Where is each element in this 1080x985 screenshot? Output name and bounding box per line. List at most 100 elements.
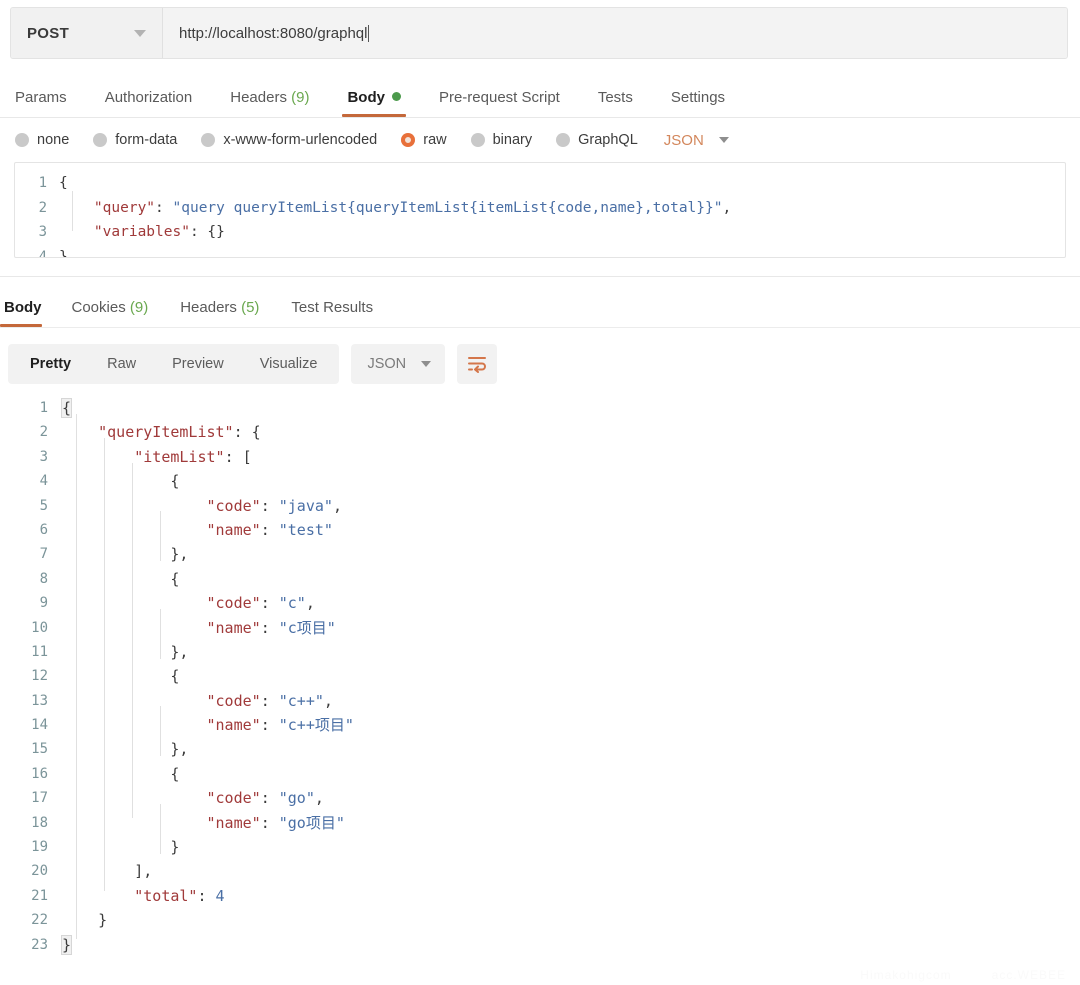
code-text: } xyxy=(60,933,73,957)
code-token: : xyxy=(260,496,279,515)
line-number: 15 xyxy=(31,741,48,758)
body-type-graphql[interactable]: GraphQL xyxy=(556,132,638,148)
tab-body[interactable]: Body xyxy=(328,90,420,117)
code-token: , xyxy=(323,691,333,710)
code-line: 20 ], xyxy=(0,859,1080,883)
code-line: 4 { xyxy=(0,469,1080,493)
tab-label: Pre-request Script xyxy=(438,89,560,106)
code-token: "code" xyxy=(206,496,261,515)
code-token: "code" xyxy=(206,594,261,613)
code-line: 12 { xyxy=(0,664,1080,688)
tab-tests[interactable]: Tests xyxy=(579,90,652,117)
code-token: "code" xyxy=(206,789,261,808)
view-mode-preview[interactable]: Preview xyxy=(154,344,242,384)
code-line: 23} xyxy=(0,933,1080,957)
tab-authorization[interactable]: Authorization xyxy=(86,90,212,117)
http-method-dropdown[interactable]: POST xyxy=(11,8,163,58)
code-token: { xyxy=(59,175,68,191)
body-type-none[interactable]: none xyxy=(15,132,69,148)
view-mode-visualize[interactable]: Visualize xyxy=(242,344,336,384)
code-text: }, xyxy=(62,542,188,566)
code-token: { xyxy=(60,398,73,418)
tab-count: (9) xyxy=(125,299,149,316)
body-type-binary[interactable]: binary xyxy=(470,132,532,148)
code-line: 13 "code": "c++", xyxy=(0,689,1080,713)
code-token: 4 xyxy=(215,886,225,905)
code-text: "name": "go项目" xyxy=(62,811,345,835)
response-tab-headers[interactable]: Headers (5) xyxy=(164,300,275,327)
watermark: Himakohigcom acc.WEBEE xyxy=(860,968,1066,982)
tab-pre-request-script[interactable]: Pre-request Script xyxy=(420,90,579,117)
line-number: 23 xyxy=(31,936,48,953)
request-url-value: http://localhost:8080/graphql xyxy=(179,24,368,42)
response-format-label: JSON xyxy=(367,356,407,372)
line-number: 11 xyxy=(31,643,48,660)
response-tab-cookies[interactable]: Cookies (9) xyxy=(56,300,165,327)
line-number: 19 xyxy=(31,839,48,856)
code-token: { xyxy=(62,764,180,783)
code-token: "code" xyxy=(206,691,261,710)
postman-window: POST http://localhost:8080/graphql Param… xyxy=(0,7,1080,985)
code-token: : xyxy=(260,691,279,710)
code-text: } xyxy=(62,908,107,932)
code-token: : [ xyxy=(224,447,252,466)
tab-label: Headers xyxy=(180,299,237,316)
code-text: "queryItemList": { xyxy=(62,420,261,444)
radio-icon xyxy=(93,133,108,147)
view-mode-pretty[interactable]: Pretty xyxy=(12,344,89,384)
body-type-x-www-form-urlencoded[interactable]: x-www-form-urlencoded xyxy=(201,132,377,148)
chevron-down-icon xyxy=(718,137,729,143)
code-token: "query" xyxy=(93,199,156,216)
tab-label: Headers xyxy=(230,89,287,106)
code-text: "query": "query queryItemList{queryItemL… xyxy=(59,196,731,221)
raw-format-dropdown[interactable]: JSON xyxy=(664,132,729,149)
request-url-input[interactable]: http://localhost:8080/graphql xyxy=(163,8,1067,58)
code-text: { xyxy=(62,664,179,688)
code-token: : xyxy=(260,594,279,613)
radio-icon xyxy=(556,133,571,147)
response-body-viewer[interactable]: 1{2 "queryItemList": {3 "itemList": [4 {… xyxy=(0,392,1080,962)
response-format-dropdown[interactable]: JSON xyxy=(351,344,446,384)
code-token: "c项目" xyxy=(278,618,336,637)
code-text: "itemList": [ xyxy=(62,445,252,469)
body-type-form-data[interactable]: form-data xyxy=(93,132,177,148)
code-token: : xyxy=(197,886,216,905)
code-token: }, xyxy=(62,740,189,759)
code-text: "name": "c++项目" xyxy=(62,713,354,737)
tab-settings[interactable]: Settings xyxy=(652,90,744,117)
line-number: 4 xyxy=(38,248,47,258)
body-present-indicator-icon xyxy=(391,92,401,101)
code-text: } xyxy=(59,245,68,257)
response-tab-body[interactable]: Body xyxy=(0,300,56,327)
tab-params[interactable]: Params xyxy=(12,90,86,117)
body-type-raw[interactable]: raw xyxy=(401,132,447,148)
chevron-down-icon xyxy=(421,361,432,367)
code-text: "code": "c++", xyxy=(62,689,333,713)
view-mode-raw[interactable]: Raw xyxy=(89,344,154,384)
tab-headers[interactable]: Headers (9) xyxy=(211,90,328,117)
body-type-label: none xyxy=(37,132,70,148)
code-text: { xyxy=(62,567,179,591)
request-body-editor[interactable]: 1{2 "query": "query queryItemList{queryI… xyxy=(14,162,1066,258)
code-text: }, xyxy=(62,640,188,664)
response-tab-test-results[interactable]: Test Results xyxy=(275,300,389,327)
code-token: "total" xyxy=(134,886,198,905)
body-type-label: raw xyxy=(423,132,447,148)
watermark-text: acc.WEBEE xyxy=(991,968,1066,982)
code-line: 19 } xyxy=(0,835,1080,859)
code-line: 7 }, xyxy=(0,542,1080,566)
line-number: 9 xyxy=(39,595,48,612)
response-tab-bar: Body Cookies (9) Headers (5) Test Results xyxy=(0,285,1080,327)
code-token: : xyxy=(260,789,279,808)
code-token: "query queryItemList{queryItemList{itemL… xyxy=(172,199,723,216)
word-wrap-icon xyxy=(468,357,487,373)
code-line: 8 { xyxy=(0,567,1080,591)
code-line: 15 }, xyxy=(0,737,1080,761)
response-format-toolbar: Pretty Raw Preview Visualize JSON xyxy=(0,342,1080,386)
line-number: 10 xyxy=(31,619,48,636)
word-wrap-button[interactable] xyxy=(457,344,498,384)
